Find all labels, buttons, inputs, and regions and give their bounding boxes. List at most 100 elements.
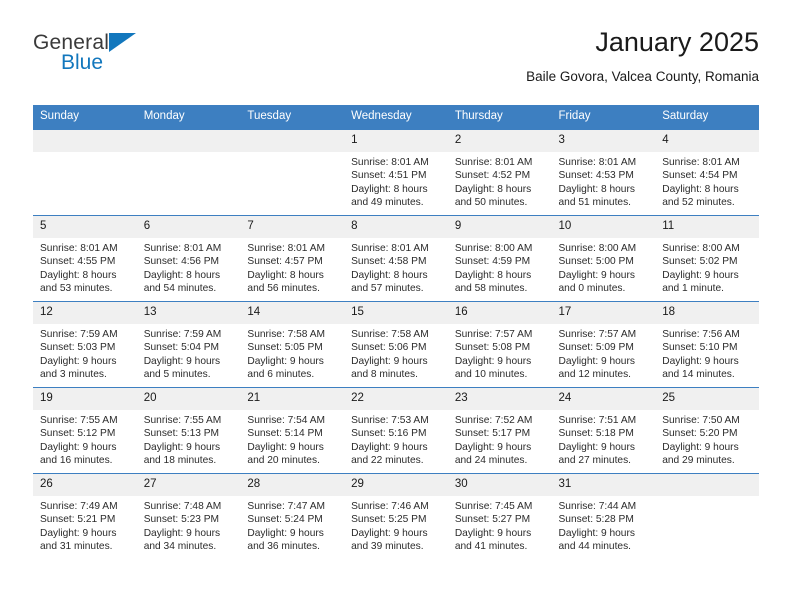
sunset-text: Sunset: 5:02 PM: [662, 256, 738, 268]
calendar-cell-day-21[interactable]: 21 Sunrise: 7:54 AM Sunset: 5:14 PM Dayligh…: [240, 387, 345, 474]
day-number: 17: [551, 302, 656, 324]
sunset-text: Sunset: 5:05 PM: [247, 342, 323, 354]
calendar-cell-day-3[interactable]: 3 Sunrise: 8:01 AM Sunset: 4:53 PM Daylight…: [551, 129, 656, 216]
calendar-cell-day-29[interactable]: 29 Sunrise: 7:46 AM Sunset: 5:25 PM Dayligh…: [344, 473, 448, 559]
daylight-text: Daylight: 9 hours and 14 minutes.: [662, 355, 739, 381]
day-number: 24: [551, 388, 656, 410]
calendar-week-row: 1 Sunrise: 8:01 AM Sunset: 4:51 PM Daylight…: [33, 129, 759, 216]
daylight-text: Daylight: 8 hours and 51 minutes.: [558, 183, 635, 209]
daylight-text: Daylight: 9 hours and 22 minutes.: [351, 441, 428, 467]
calendar-cell-day-31[interactable]: 31 Sunrise: 7:44 AM Sunset: 5:28 PM Dayligh…: [551, 473, 656, 559]
calendar-cell-day-1[interactable]: 1 Sunrise: 8:01 AM Sunset: 4:51 PM Daylight…: [344, 129, 448, 216]
calendar-cell-empty: [655, 473, 759, 559]
daylight-text: Daylight: 8 hours and 56 minutes.: [247, 269, 324, 295]
logo-text-blue: Blue: [61, 51, 104, 74]
calendar-cell-day-8[interactable]: 8 Sunrise: 8:01 AM Sunset: 4:58 PM Daylight…: [344, 215, 448, 302]
sunrise-text: Sunrise: 7:53 AM: [351, 415, 429, 426]
calendar-cell-day-11[interactable]: 11 Sunrise: 8:00 AM Sunset: 5:02 PM Dayligh…: [655, 215, 759, 302]
calendar-cell-day-30[interactable]: 30 Sunrise: 7:45 AM Sunset: 5:27 PM Dayligh…: [447, 473, 552, 559]
day-number: 19: [33, 388, 137, 410]
daylight-text: Daylight: 9 hours and 8 minutes.: [351, 355, 428, 381]
day-number: 4: [655, 130, 759, 152]
sunset-text: Sunset: 5:10 PM: [662, 342, 738, 354]
sunrise-text: Sunrise: 8:00 AM: [662, 243, 740, 254]
sunrise-text: Sunrise: 7:54 AM: [247, 415, 325, 426]
calendar-cell-day-24[interactable]: 24 Sunrise: 7:51 AM Sunset: 5:18 PM Dayligh…: [551, 387, 656, 474]
day-details: Sunrise: 7:48 AM Sunset: 5:23 PM Daylight:…: [137, 496, 241, 554]
day-details: Sunrise: 7:56 AM Sunset: 5:10 PM Daylight:…: [655, 324, 759, 382]
day-number: 13: [136, 302, 241, 324]
calendar-cell-day-16[interactable]: 16 Sunrise: 7:57 AM Sunset: 5:08 PM Dayligh…: [447, 301, 552, 388]
calendar-cell-day-5[interactable]: 5 Sunrise: 8:01 AM Sunset: 4:55 PM Daylight…: [33, 215, 137, 302]
day-number: 27: [136, 474, 241, 496]
calendar-cell-day-22[interactable]: 22 Sunrise: 7:53 AM Sunset: 5:16 PM Dayligh…: [344, 387, 448, 474]
day-number: 1: [344, 130, 448, 152]
daylight-text: Daylight: 9 hours and 10 minutes.: [454, 355, 532, 381]
day-details: Sunrise: 7:57 AM Sunset: 5:09 PM Daylight:…: [552, 324, 656, 382]
page-header: General Blue January 2025 Baile Govora, …: [33, 26, 759, 96]
sunrise-text: Sunrise: 7:55 AM: [143, 415, 222, 426]
day-details: Sunrise: 7:44 AM Sunset: 5:28 PM Daylight:…: [552, 496, 656, 554]
weekday-header-thursday: Thursday: [447, 105, 552, 130]
day-details: Sunrise: 8:00 AM Sunset: 4:59 PM Daylight:…: [448, 238, 552, 296]
calendar-cell-day-26[interactable]: 26 Sunrise: 7:49 AM Sunset: 5:21 PM Dayligh…: [33, 473, 137, 559]
sunrise-text: Sunrise: 8:01 AM: [662, 157, 740, 168]
weekday-header-saturday: Saturday: [655, 105, 759, 130]
day-details: Sunrise: 7:46 AM Sunset: 5:25 PM Daylight:…: [344, 496, 448, 554]
sunrise-text: Sunrise: 7:57 AM: [454, 329, 533, 340]
calendar-cell-day-23[interactable]: 23 Sunrise: 7:52 AM Sunset: 5:17 PM Dayligh…: [447, 387, 552, 474]
calendar-cell-empty: [240, 129, 345, 216]
weekday-header-wednesday: Wednesday: [344, 105, 448, 130]
calendar-cell-day-28[interactable]: 28 Sunrise: 7:47 AM Sunset: 5:24 PM Dayligh…: [240, 473, 345, 559]
calendar-cell-day-7[interactable]: 7 Sunrise: 8:01 AM Sunset: 4:57 PM Daylight…: [240, 215, 345, 302]
day-number: 15: [344, 302, 448, 324]
day-details: Sunrise: 8:01 AM Sunset: 4:51 PM Daylight:…: [344, 152, 448, 210]
daylight-text: Daylight: 9 hours and 3 minutes.: [40, 355, 117, 381]
day-number: 16: [447, 302, 552, 324]
calendar-cell-day-25[interactable]: 25 Sunrise: 7:50 AM Sunset: 5:20 PM Dayligh…: [655, 387, 759, 474]
sunset-text: Sunset: 5:20 PM: [662, 428, 738, 440]
calendar-cell-day-19[interactable]: 19 Sunrise: 7:55 AM Sunset: 5:12 PM Dayligh…: [33, 387, 137, 474]
day-number: 12: [33, 302, 137, 324]
calendar-cell-day-6[interactable]: 6 Sunrise: 8:01 AM Sunset: 4:56 PM Daylight…: [136, 215, 241, 302]
day-number: 14: [240, 302, 345, 324]
calendar-cell-day-20[interactable]: 20 Sunrise: 7:55 AM Sunset: 5:13 PM Dayligh…: [136, 387, 241, 474]
calendar-cell-day-2[interactable]: 2 Sunrise: 8:01 AM Sunset: 4:52 PM Daylight…: [447, 129, 552, 216]
sunset-text: Sunset: 5:18 PM: [558, 428, 634, 440]
logo[interactable]: General Blue: [33, 32, 213, 88]
title-block: January 2025 Baile Govora, Valcea County…: [526, 26, 759, 86]
sunrise-text: Sunrise: 7:46 AM: [351, 501, 429, 512]
sunrise-text: Sunrise: 7:50 AM: [662, 415, 740, 426]
sunset-text: Sunset: 4:56 PM: [143, 256, 220, 268]
day-number: 26: [33, 474, 137, 496]
day-number: 25: [655, 388, 759, 410]
calendar-cell-day-27[interactable]: 27 Sunrise: 7:48 AM Sunset: 5:23 PM Dayligh…: [136, 473, 241, 559]
day-number: [136, 130, 241, 152]
calendar-cell-day-13[interactable]: 13 Sunrise: 7:59 AM Sunset: 5:04 PM Dayligh…: [136, 301, 241, 388]
calendar-cell-day-17[interactable]: 17 Sunrise: 7:57 AM Sunset: 5:09 PM Dayligh…: [551, 301, 656, 388]
calendar-cell-day-15[interactable]: 15 Sunrise: 7:58 AM Sunset: 5:06 PM Dayligh…: [344, 301, 448, 388]
sunrise-text: Sunrise: 8:01 AM: [558, 157, 637, 168]
sunset-text: Sunset: 5:28 PM: [558, 514, 634, 526]
calendar-cell-day-9[interactable]: 9 Sunrise: 8:00 AM Sunset: 4:59 PM Daylight…: [447, 215, 552, 302]
calendar-cell-day-14[interactable]: 14 Sunrise: 7:58 AM Sunset: 5:05 PM Dayligh…: [240, 301, 345, 388]
day-number: 5: [33, 216, 137, 238]
day-number: 29: [344, 474, 448, 496]
day-details: Sunrise: 8:01 AM Sunset: 4:54 PM Daylight:…: [655, 152, 759, 210]
day-details: Sunrise: 8:01 AM Sunset: 4:55 PM Daylight:…: [33, 238, 137, 296]
day-number: [655, 474, 759, 496]
triangle-icon: [109, 33, 137, 52]
page-subtitle: Baile Govora, Valcea County, Romania: [526, 69, 759, 84]
day-number: 2: [447, 130, 552, 152]
calendar-cell-day-18[interactable]: 18 Sunrise: 7:56 AM Sunset: 5:10 PM Dayligh…: [655, 301, 759, 388]
calendar-cell-day-4[interactable]: 4 Sunrise: 8:01 AM Sunset: 4:54 PM Daylight…: [655, 129, 759, 216]
calendar-cell-day-12[interactable]: 12 Sunrise: 7:59 AM Sunset: 5:03 PM Dayligh…: [33, 301, 137, 388]
calendar-cell-day-10[interactable]: 10 Sunrise: 8:00 AM Sunset: 5:00 PM Dayligh…: [551, 215, 656, 302]
day-details: Sunrise: 8:00 AM Sunset: 5:00 PM Daylight:…: [552, 238, 656, 296]
calendar-week-row: 12 Sunrise: 7:59 AM Sunset: 5:03 PM Dayligh…: [33, 301, 759, 388]
day-details: Sunrise: 7:45 AM Sunset: 5:27 PM Daylight:…: [448, 496, 552, 554]
daylight-text: Daylight: 9 hours and 44 minutes.: [558, 527, 635, 553]
day-number: 10: [551, 216, 656, 238]
daylight-text: Daylight: 9 hours and 27 minutes.: [558, 441, 635, 467]
sunrise-text: Sunrise: 8:00 AM: [558, 243, 637, 254]
